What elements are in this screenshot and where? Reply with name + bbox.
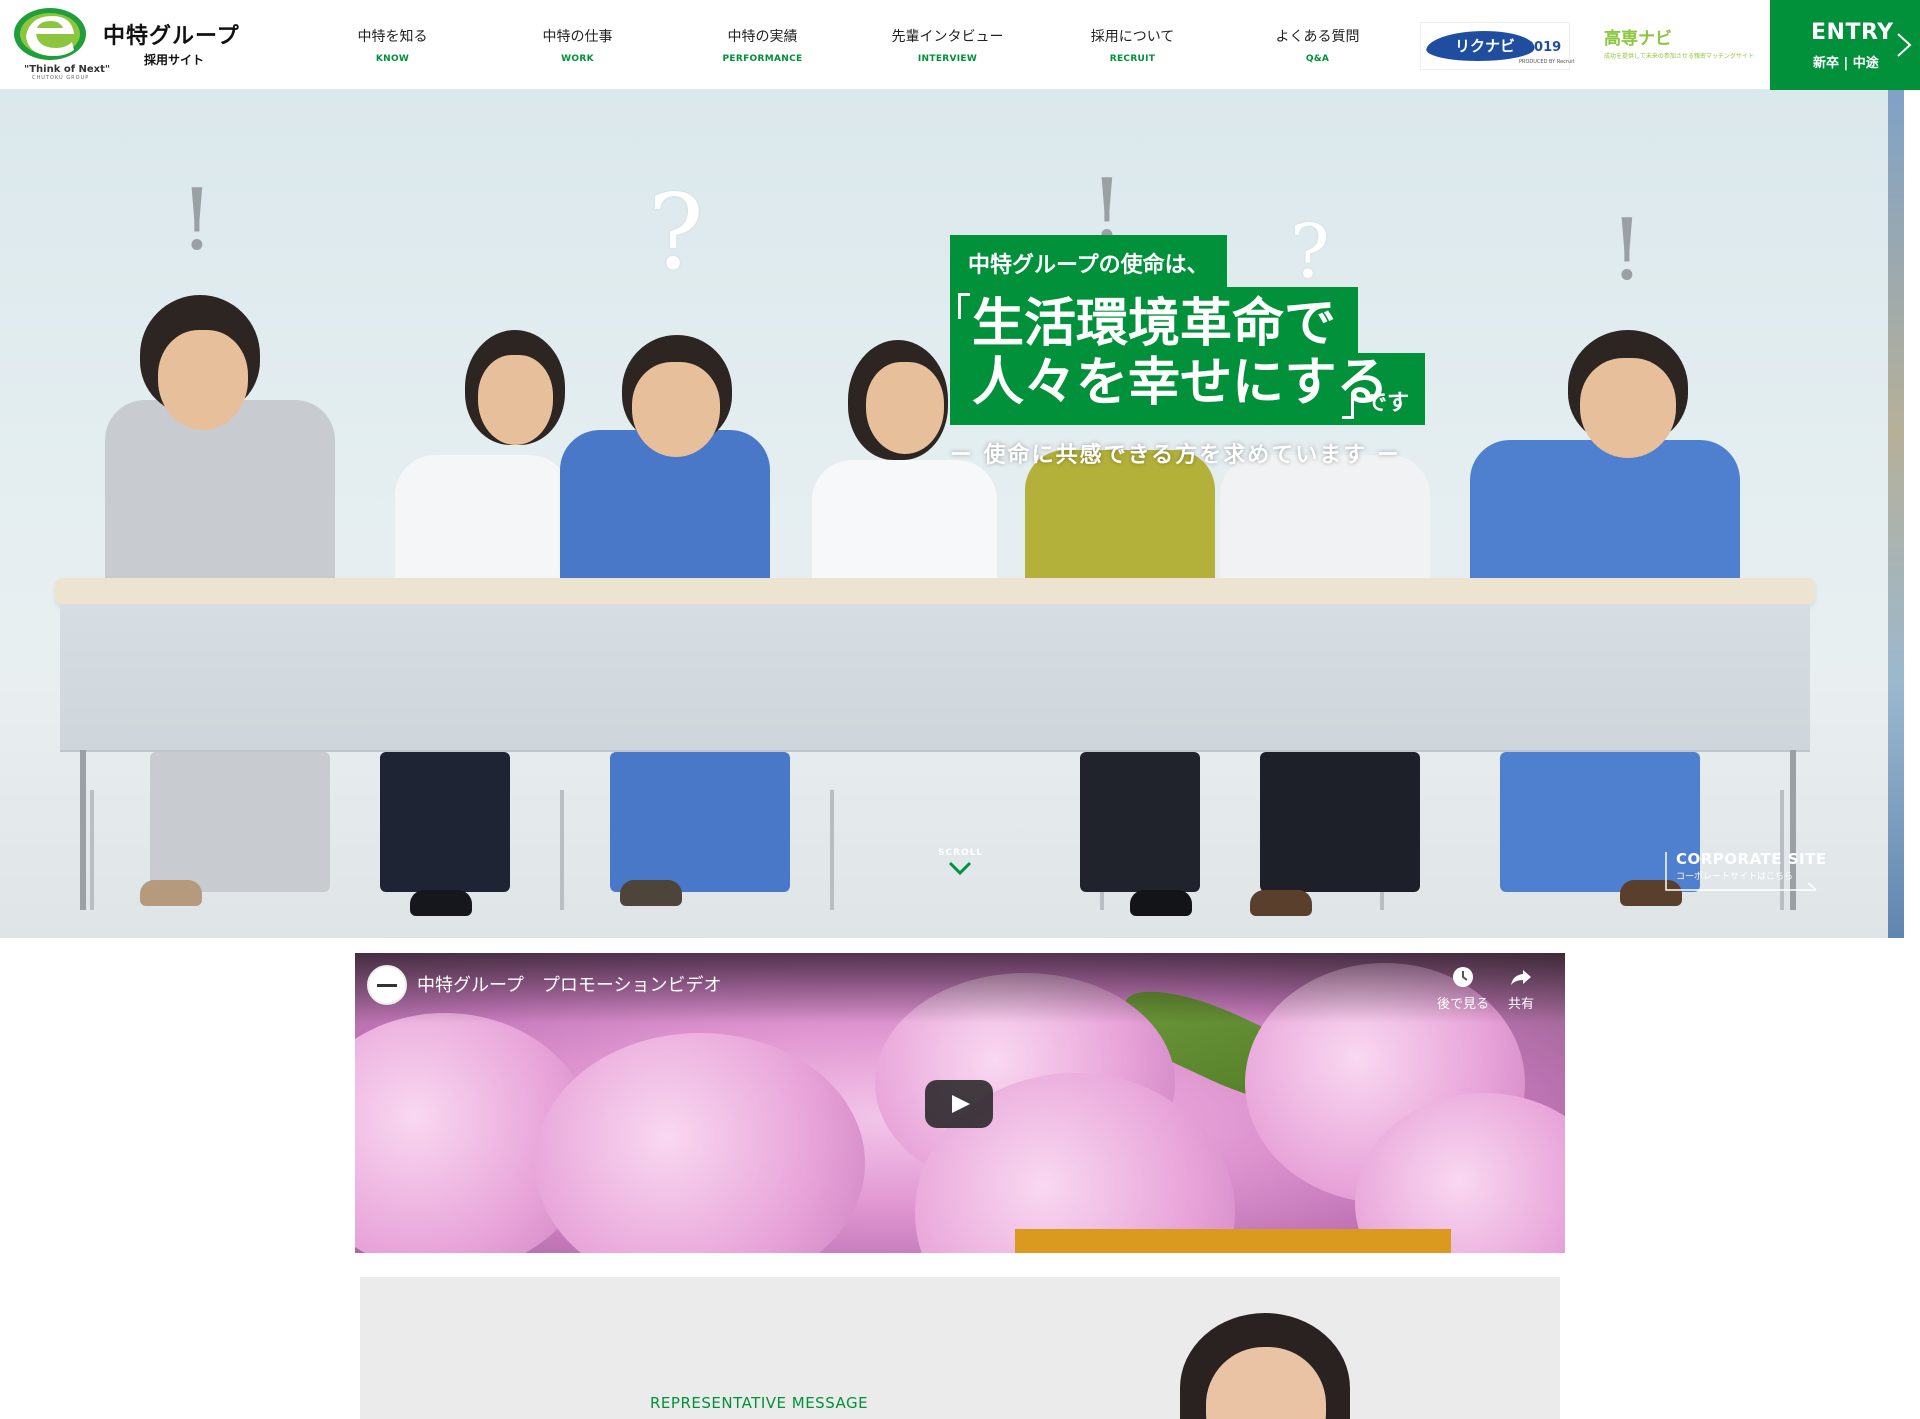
nav-label-en: Q&A: [1305, 54, 1330, 64]
table-top: [55, 578, 1815, 604]
person-torso: [105, 400, 335, 600]
question-mark: ?: [648, 171, 704, 293]
person-shoe: [1130, 890, 1192, 916]
person-legs: [610, 752, 790, 892]
headline-intro: 中特グループの使命は、: [950, 235, 1227, 289]
headline-suffix: です: [1365, 391, 1410, 416]
scroll-indicator[interactable]: SCROLL: [938, 848, 982, 878]
chutoku-logo[interactable]: "Think of Next" CHUTOKU GROUP 中特グループ 採用サ…: [10, 6, 250, 84]
nav-item-interview[interactable]: 先輩インタビュー INTERVIEW: [855, 0, 1040, 90]
logo-tagline: "Think of Next": [24, 64, 111, 75]
watch-later-label: 後で見る: [1436, 997, 1489, 1012]
person-face: [866, 362, 944, 454]
person-shoe: [140, 880, 202, 906]
person-face: [478, 355, 553, 445]
main-nav: 中特を知る KNOW 中特の仕事 WORK 中特の実績 PERFORMANCE …: [300, 0, 1410, 90]
nav-label: 中特の実績: [727, 29, 798, 45]
person-face: [158, 330, 248, 430]
nav-label: 先輩インタビュー: [891, 29, 1004, 45]
representative-message-label: REPRESENTATIVE MESSAGE: [650, 1394, 869, 1412]
watch-later-button[interactable]: 後で見る: [1433, 965, 1493, 1012]
person-legs: [380, 752, 510, 892]
entry-button[interactable]: ENTRY 新卒 | 中途: [1770, 0, 1920, 90]
chair-leg: [830, 790, 834, 910]
corporate-site-link[interactable]: CORPORATE SITE コーポレートサイトはこちら: [1664, 850, 1827, 894]
nav-label: よくある質問: [1275, 29, 1360, 45]
nav-item-qa[interactable]: よくある質問 Q&A: [1225, 0, 1410, 90]
promo-video-player[interactable]: 中特グループ プロモーションビデオ 後で見る 共有: [355, 953, 1565, 1253]
entry-sub: 新卒 | 中途: [1813, 56, 1879, 71]
nav-label-en: WORK: [561, 54, 594, 64]
person-face: [632, 362, 720, 457]
person-shoe: [410, 890, 472, 916]
logo-tagline-sub: CHUTOKU GROUP: [32, 75, 90, 81]
nav-label-en: INTERVIEW: [917, 54, 978, 64]
representative-message-section: REPRESENTATIVE MESSAGE: [360, 1277, 1560, 1419]
nav-label: 採用について: [1090, 29, 1175, 45]
table-leg: [80, 750, 86, 910]
hero-slider: ! ? ! ? ! 中特グループの使命は、 生活環境革命で 人々を幸せにする で…: [0, 90, 1888, 938]
headline-sub: ー 使命に共感できる方を求めています ー: [950, 443, 1401, 468]
nav-item-work[interactable]: 中特の仕事 WORK: [485, 0, 670, 90]
person-legs: [1260, 752, 1420, 892]
corporate-site-sub: コーポレートサイトはこちら: [1676, 872, 1794, 882]
exclamation-mark: !: [1610, 201, 1644, 299]
rikunabi-produced: PRODUCED BY Recruit: [1519, 59, 1575, 65]
video-lower-third: [1015, 1229, 1451, 1253]
nav-label: 中特の仕事: [542, 29, 613, 45]
chevron-right-icon: [1897, 33, 1912, 57]
kosen-navi-sub: 成功を提供して未来の参加させる親密マッチングサイト: [1604, 53, 1754, 60]
nav-label-en: KNOW: [375, 54, 410, 64]
chair-leg: [90, 790, 94, 910]
nav-label-en: RECRUIT: [1109, 54, 1156, 64]
next-slide-peek: [1888, 90, 1904, 938]
video-petal: [535, 1033, 865, 1253]
play-button[interactable]: [925, 1080, 993, 1128]
nav-item-performance[interactable]: 中特の実績 PERFORMANCE: [670, 0, 855, 90]
site-header: "Think of Next" CHUTOKU GROUP 中特グループ 採用サ…: [0, 0, 1920, 90]
chevron-down-icon: [948, 861, 972, 876]
nav-label: 中特を知る: [357, 29, 428, 45]
video-title[interactable]: 中特グループ プロモーションビデオ: [417, 971, 722, 997]
chair-leg: [560, 790, 564, 910]
share-label: 共有: [1507, 997, 1534, 1012]
open-bracket: [958, 293, 970, 319]
person-shoe: [1250, 890, 1312, 916]
question-mark: ?: [1290, 209, 1330, 295]
headline-main-line1: 生活環境革命で: [950, 287, 1359, 353]
exclamation-mark: !: [180, 171, 214, 269]
rikunabi-year: 2019: [1525, 40, 1562, 55]
nav-item-recruit[interactable]: 採用について RECRUIT: [1040, 0, 1225, 90]
person-face: [1580, 358, 1676, 458]
site-name: 採用サイト: [144, 53, 205, 67]
share-button[interactable]: 共有: [1501, 965, 1541, 1012]
share-arrow-icon: [1511, 970, 1531, 985]
person-legs: [150, 752, 330, 892]
entry-title: ENTRY: [1811, 20, 1894, 45]
close-bracket: [1342, 393, 1354, 419]
company-name: 中特グループ: [103, 24, 240, 49]
person-legs: [1080, 752, 1200, 892]
channel-avatar[interactable]: [367, 965, 407, 1005]
nav-label-en: PERFORMANCE: [722, 54, 803, 64]
rikunabi-label: リクナビ: [1455, 37, 1516, 55]
table-panel: [60, 604, 1810, 752]
kosen-navi-banner[interactable]: 高専ナビ 成功を提供して未来の参加させる親密マッチングサイト: [1604, 24, 1754, 64]
scroll-label: SCROLL: [938, 848, 984, 858]
person-shoe: [620, 880, 682, 906]
nav-item-know[interactable]: 中特を知る KNOW: [300, 0, 485, 90]
representative-photo: [1180, 1313, 1350, 1419]
kosen-navi-title: 高専ナビ: [1604, 29, 1672, 49]
clock-icon: [1453, 967, 1473, 987]
chutoku-e-logo-icon: [14, 8, 86, 60]
rikunabi-banner[interactable]: リクナビ 2019 PRODUCED BY Recruit: [1420, 22, 1574, 70]
corporate-site-title: CORPORATE SITE: [1676, 850, 1827, 868]
